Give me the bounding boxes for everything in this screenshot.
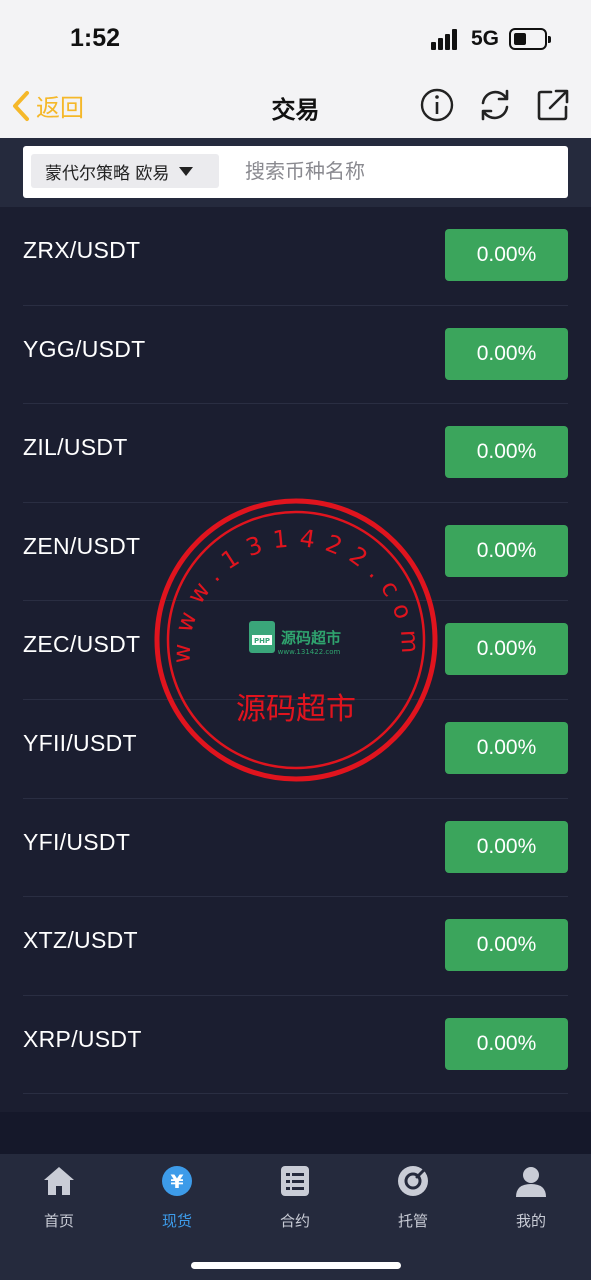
pair-name: ZRX/USDT <box>23 237 141 263</box>
pair-row[interactable]: YFII/USDT 0.00% <box>0 700 591 799</box>
pair-name: YFI/USDT <box>23 828 131 855</box>
pair-name: XTZ/USDT <box>23 927 138 954</box>
yuan-icon: ¥ <box>162 1166 192 1196</box>
tab-custody[interactable]: 托管 <box>354 1164 472 1244</box>
list-icon <box>281 1166 309 1196</box>
change-badge: 0.00% <box>445 229 568 281</box>
refresh-icon[interactable] <box>478 88 512 122</box>
tab-contract[interactable]: 合约 <box>236 1164 354 1244</box>
search-input[interactable] <box>245 154 555 188</box>
external-link-icon[interactable] <box>536 88 570 122</box>
status-time: 1:52 <box>70 24 121 52</box>
vault-icon <box>398 1166 428 1196</box>
pair-name: YFII/USDT <box>23 729 137 756</box>
tab-profile[interactable]: 我的 <box>472 1164 590 1244</box>
home-icon <box>44 1167 74 1195</box>
change-badge: 0.00% <box>445 426 568 479</box>
user-icon <box>516 1167 546 1197</box>
tab-label: 首页 <box>43 1212 74 1230</box>
tab-home[interactable]: 首页 <box>0 1164 118 1244</box>
list-footer-spacer <box>0 1112 591 1154</box>
nav-bar: 返回 交易 <box>0 76 591 138</box>
pair-name: YGG/USDT <box>23 335 146 362</box>
status-bar: 1:52 5G <box>0 0 591 76</box>
pair-row[interactable]: XTZ/USDT 0.00% <box>0 897 591 996</box>
tab-label: 我的 <box>515 1212 546 1230</box>
pair-row[interactable]: ZEC/USDT 0.00% <box>0 601 591 700</box>
pair-row[interactable]: ZRX/USDT 0.00% <box>0 207 591 306</box>
pair-name: XRP/USDT <box>23 1025 142 1052</box>
change-badge: 0.00% <box>445 623 568 676</box>
change-badge: 0.00% <box>445 721 568 774</box>
pair-list: ZRX/USDT 0.00% YGG/USDT 0.00% ZIL/USDT 0… <box>0 207 591 1094</box>
tab-label: 托管 <box>397 1212 428 1230</box>
pair-name: ZIL/USDT <box>23 434 128 461</box>
tab-spot[interactable]: ¥ 现货 <box>118 1164 236 1244</box>
change-badge: 0.00% <box>445 524 568 577</box>
pair-row[interactable]: XRP/USDT 0.00% <box>0 996 591 1095</box>
pair-name: ZEC/USDT <box>23 631 141 658</box>
exchange-label: 蒙代尔策略 欧易 <box>45 163 170 184</box>
pair-row[interactable]: ZIL/USDT 0.00% <box>0 404 591 503</box>
search-box: 蒙代尔策略 欧易 <box>23 146 568 198</box>
pair-row[interactable]: YGG/USDT 0.00% <box>0 306 591 405</box>
exchange-dropdown[interactable]: 蒙代尔策略 欧易 <box>31 154 219 188</box>
change-badge: 0.00% <box>445 327 568 380</box>
svg-text:¥: ¥ <box>170 1171 183 1193</box>
caret-down-icon <box>179 166 194 176</box>
change-badge: 0.00% <box>445 820 568 873</box>
tab-label: 合约 <box>279 1212 310 1230</box>
pair-row[interactable]: YFI/USDT 0.00% <box>0 799 591 898</box>
home-indicator <box>191 1262 401 1269</box>
pair-row[interactable]: ZEN/USDT 0.00% <box>0 503 591 602</box>
battery-icon <box>509 28 551 50</box>
signal-icon <box>431 28 463 50</box>
info-icon[interactable] <box>420 88 454 122</box>
pair-name: ZEN/USDT <box>23 532 141 559</box>
tab-label: 现货 <box>161 1212 192 1230</box>
change-badge: 0.00% <box>445 919 568 972</box>
search-strip: 蒙代尔策略 欧易 <box>0 138 591 207</box>
network-label: 5G <box>471 27 500 50</box>
change-badge: 0.00% <box>445 1017 568 1070</box>
